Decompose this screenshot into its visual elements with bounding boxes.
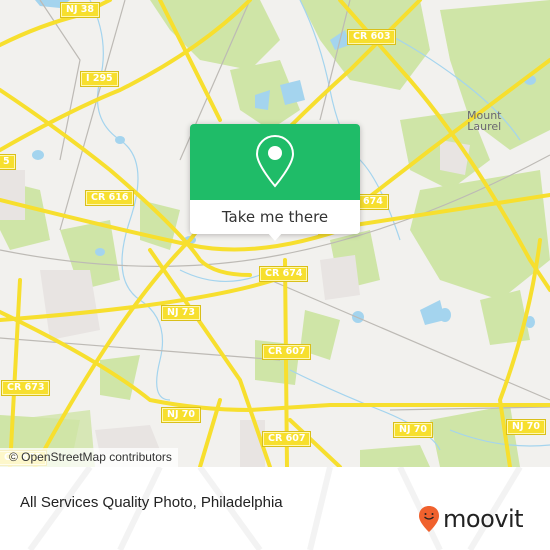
road-shield-cr673-north: CR 673 — [0, 380, 51, 396]
road-shield-cr607-north: CR 607 — [261, 344, 312, 360]
moovit-wordmark: moovit — [443, 505, 524, 533]
road-shield-nj73: NJ 73 — [160, 305, 202, 321]
road-shield-cr607-south: CR 607 — [261, 431, 312, 447]
place-label-mount-laurel: Mount Laurel — [467, 110, 501, 132]
road-shield-nj70-center: NJ 70 — [392, 422, 434, 438]
road-shield-cr616: CR 616 — [84, 190, 135, 206]
moovit-pin-icon — [419, 506, 439, 532]
location-pin-icon — [255, 134, 295, 188]
map-attribution[interactable]: © OpenStreetMap contributors — [0, 448, 178, 467]
popup-header — [190, 124, 360, 200]
moovit-logo[interactable]: moovit — [418, 505, 524, 533]
road-shield-left-edge: 5 — [0, 154, 16, 170]
road-shield-nj70-east: NJ 70 — [505, 419, 547, 435]
location-popup: Take me there — [190, 124, 360, 241]
road-shield-cr674: CR 674 — [258, 266, 309, 282]
place-title: All Services Quality Photo, Philadelphia — [20, 494, 283, 511]
road-shield-nj70-west: NJ 70 — [160, 407, 202, 423]
place-label-line: Laurel — [467, 120, 502, 133]
take-me-there-button[interactable]: Take me there — [190, 200, 360, 234]
road-shield-nj38: NJ 38 — [59, 2, 101, 18]
road-shield-cr603: CR 603 — [346, 29, 397, 45]
popup-tail — [267, 232, 283, 241]
footer-bar: All Services Quality Photo, Philadelphia… — [0, 467, 550, 550]
map-view[interactable]: Mount Laurel NJ 38 CR 603 I 295 CR 616 5… — [0, 0, 550, 467]
road-shield-i295: I 295 — [80, 71, 119, 87]
road-shield-cr674-east: 674 — [357, 194, 389, 210]
